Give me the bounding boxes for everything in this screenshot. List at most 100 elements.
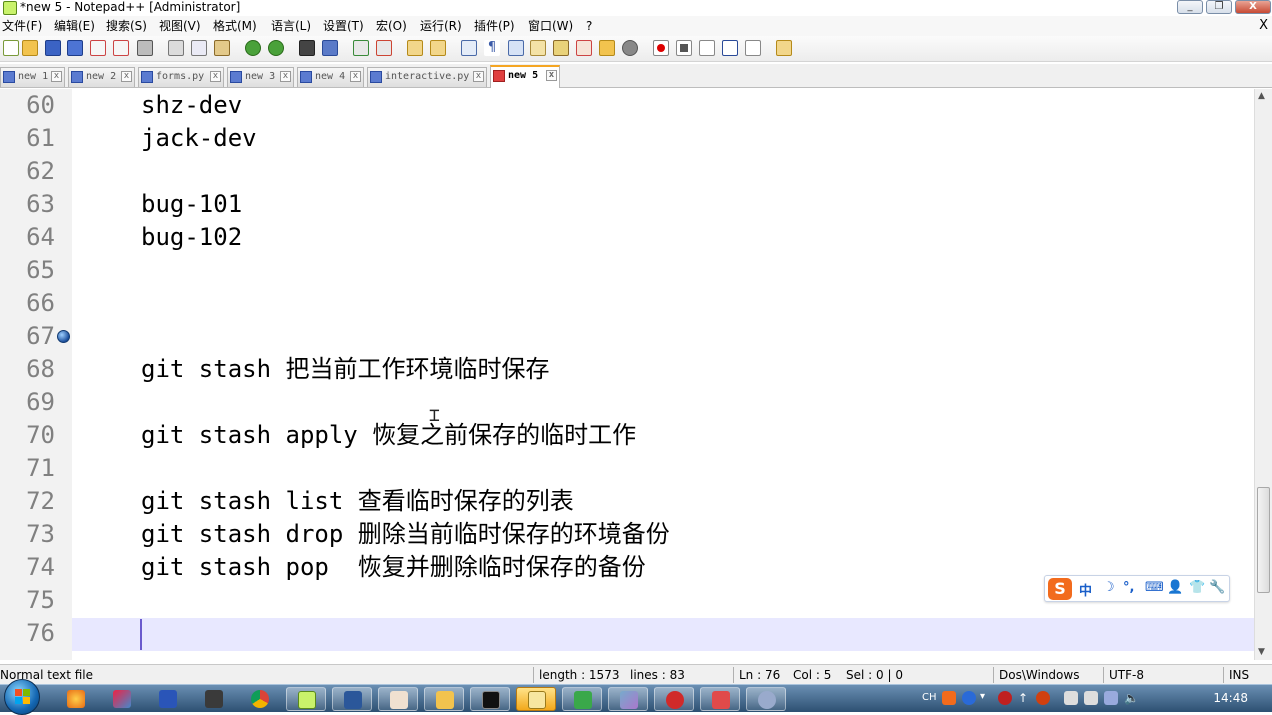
- udl-icon[interactable]: [530, 40, 546, 56]
- code-line[interactable]: git stash 把当前工作环境临时保存: [141, 353, 550, 386]
- taskbar-firefox[interactable]: [56, 687, 96, 711]
- sogou-tray-icon[interactable]: [942, 691, 956, 705]
- menu-help[interactable]: ?: [586, 19, 592, 33]
- zoom-in-icon[interactable]: [353, 40, 369, 56]
- start-button[interactable]: [4, 679, 40, 715]
- tray-device-icon[interactable]: [1064, 691, 1078, 705]
- indent-guide-icon[interactable]: [508, 40, 524, 56]
- taskbar-app-4[interactable]: [194, 687, 234, 711]
- doc-map-icon[interactable]: [553, 40, 569, 56]
- code-line[interactable]: bug-101: [141, 188, 242, 221]
- close-file-icon[interactable]: [90, 40, 106, 56]
- taskbar-app-13[interactable]: [608, 687, 648, 711]
- zoom-out-icon[interactable]: [376, 40, 392, 56]
- tray-upload-icon[interactable]: ↑: [1018, 691, 1032, 705]
- menu-format[interactable]: 格式(M): [213, 19, 257, 33]
- tab-close-icon[interactable]: x: [210, 71, 221, 82]
- bookmark-icon[interactable]: [57, 330, 70, 343]
- tray-language[interactable]: CH: [922, 692, 937, 703]
- clock[interactable]: 14:48: [1213, 691, 1248, 705]
- menu-macro[interactable]: 宏(O): [376, 19, 407, 33]
- tab-new-4[interactable]: new 4 x: [297, 67, 364, 87]
- volume-icon[interactable]: 🔈: [1124, 691, 1139, 705]
- folder-workspace-icon[interactable]: [599, 40, 615, 56]
- tab-close-icon[interactable]: x: [121, 71, 132, 82]
- keyboard-icon[interactable]: ⌨: [1145, 580, 1164, 595]
- tab-new-1[interactable]: new 1 x: [0, 67, 65, 87]
- code-line[interactable]: bug-102: [141, 221, 242, 254]
- tab-interactive-py[interactable]: interactive.py x: [367, 67, 487, 87]
- tray-arrow-icon[interactable]: ▾: [980, 691, 994, 705]
- tab-forms-py[interactable]: forms.py x: [138, 67, 224, 87]
- code-line[interactable]: jack-dev: [141, 122, 257, 155]
- tab-new-2[interactable]: new 2 x: [68, 67, 135, 87]
- vertical-scrollbar[interactable]: ▲ ▼: [1254, 89, 1272, 660]
- code-line[interactable]: git stash apply 恢复之前保存的临时工作: [141, 419, 636, 452]
- tab-close-icon[interactable]: x: [473, 71, 484, 82]
- function-list-icon[interactable]: [576, 40, 592, 56]
- code-line[interactable]: git stash list 查看临时保存的列表: [141, 485, 574, 518]
- copy-icon[interactable]: [191, 40, 207, 56]
- show-all-chars-icon[interactable]: ¶: [484, 40, 500, 56]
- tray-app-icon[interactable]: [998, 691, 1012, 705]
- save-macro-icon[interactable]: [745, 40, 761, 56]
- menu-file[interactable]: 文件(F): [2, 19, 42, 33]
- network-icon[interactable]: [1104, 691, 1118, 705]
- menu-view[interactable]: 视图(V): [159, 19, 201, 33]
- open-file-icon[interactable]: [22, 40, 38, 56]
- taskbar-notepadpp[interactable]: [286, 687, 326, 711]
- tray-flag-icon[interactable]: [1084, 691, 1098, 705]
- status-encoding[interactable]: UTF-8: [1109, 668, 1144, 682]
- record-macro-icon[interactable]: [653, 40, 669, 56]
- status-insert-mode[interactable]: INS: [1229, 668, 1249, 682]
- stop-macro-icon[interactable]: [676, 40, 692, 56]
- tab-close-icon[interactable]: x: [350, 71, 361, 82]
- user-icon[interactable]: 👤: [1167, 580, 1183, 595]
- taskbar-app-2[interactable]: [102, 687, 142, 711]
- minimize-button[interactable]: _: [1177, 0, 1203, 14]
- taskbar-cmd[interactable]: [470, 687, 510, 711]
- sync-vertical-icon[interactable]: [407, 40, 423, 56]
- taskbar-word[interactable]: [332, 687, 372, 711]
- menu-window[interactable]: 窗口(W): [528, 19, 573, 33]
- taskbar-app-14[interactable]: [654, 687, 694, 711]
- taskbar-explorer[interactable]: [424, 687, 464, 711]
- close-document-button[interactable]: X: [1259, 18, 1268, 33]
- new-file-icon[interactable]: [3, 40, 19, 56]
- scroll-up-icon[interactable]: ▲: [1258, 91, 1265, 101]
- run-macro-multiple-icon[interactable]: [722, 40, 738, 56]
- tab-new-3[interactable]: new 3 x: [227, 67, 294, 87]
- extra-tool-icon[interactable]: [776, 40, 792, 56]
- word-wrap-icon[interactable]: [461, 40, 477, 56]
- code-line[interactable]: shz-dev: [141, 89, 242, 122]
- tab-close-icon[interactable]: x: [280, 71, 291, 82]
- code-line[interactable]: git stash pop 恢复并删除临时保存的备份: [141, 551, 646, 584]
- moon-icon[interactable]: ☽: [1103, 580, 1115, 595]
- save-icon[interactable]: [45, 40, 61, 56]
- redo-icon[interactable]: [268, 40, 284, 56]
- sync-horizontal-icon[interactable]: [430, 40, 446, 56]
- paste-icon[interactable]: [214, 40, 230, 56]
- ime-chinese-mode[interactable]: 中: [1079, 580, 1092, 599]
- settings-wrench-icon[interactable]: 🔧: [1209, 580, 1225, 595]
- taskbar-app-active[interactable]: [516, 687, 556, 711]
- undo-icon[interactable]: [245, 40, 261, 56]
- cut-icon[interactable]: [168, 40, 184, 56]
- code-line[interactable]: git stash drop 删除当前临时保存的环境备份: [141, 518, 670, 551]
- replace-icon[interactable]: [322, 40, 338, 56]
- menu-settings[interactable]: 设置(T): [323, 19, 364, 33]
- taskbar-app-3[interactable]: [148, 687, 188, 711]
- scrollbar-thumb[interactable]: [1257, 487, 1270, 593]
- play-macro-icon[interactable]: [699, 40, 715, 56]
- scroll-down-icon[interactable]: ▼: [1258, 647, 1265, 657]
- tab-new-5[interactable]: new 5 x: [490, 65, 560, 88]
- print-icon[interactable]: [137, 40, 153, 56]
- taskbar-app-12[interactable]: [562, 687, 602, 711]
- taskbar-app-15[interactable]: [700, 687, 740, 711]
- menu-search[interactable]: 搜索(S): [106, 19, 147, 33]
- sogou-logo-icon[interactable]: S: [1048, 578, 1072, 600]
- tab-close-icon[interactable]: x: [51, 71, 62, 82]
- menu-language[interactable]: 语言(L): [271, 19, 311, 33]
- menu-edit[interactable]: 编辑(E): [54, 19, 95, 33]
- skin-icon[interactable]: 👕: [1189, 580, 1205, 595]
